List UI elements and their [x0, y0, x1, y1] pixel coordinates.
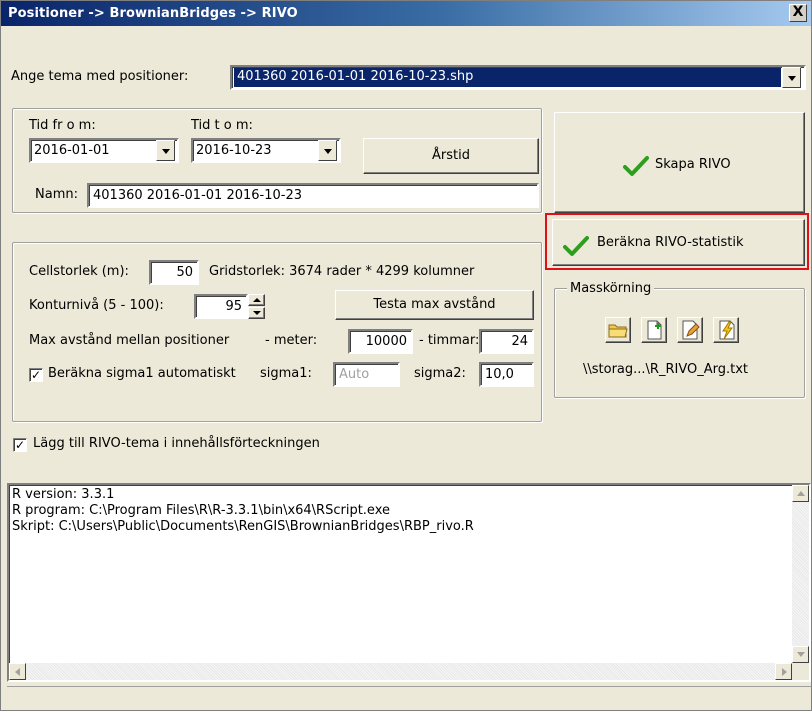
hours-input[interactable]: 24: [479, 329, 534, 354]
scroll-left-button[interactable]: [9, 663, 26, 680]
new-file-glyph: [647, 320, 662, 340]
batch-title: Masskörning: [567, 281, 655, 296]
from-date-value: 2016-01-01: [34, 143, 110, 158]
batch-file-path: \\storag...\R_RIVO_Arg.txt: [583, 362, 749, 377]
name-input[interactable]: 401360 2016-01-01 2016-10-23: [87, 183, 539, 208]
to-label: Tid t o m:: [191, 118, 253, 133]
auto-sigma-label: Beräkna sigma1 automatiskt: [48, 366, 236, 381]
checkmark-icon: [563, 236, 589, 256]
contour-input[interactable]: 95: [194, 294, 248, 319]
open-folder-icon[interactable]: [605, 317, 631, 343]
edit-file-glyph: [682, 320, 700, 340]
scroll-down-button[interactable]: [792, 646, 809, 663]
create-rivo-label: Skapa RIVO: [655, 157, 731, 172]
to-date-dropdown[interactable]: 2016-10-23: [191, 138, 341, 163]
status-bar: [7, 686, 811, 710]
close-icon: X: [792, 4, 804, 20]
add-to-toc-checkbox[interactable]: ✓: [13, 438, 27, 452]
chevron-down-icon[interactable]: [782, 67, 801, 88]
from-date-dropdown[interactable]: 2016-01-01: [29, 138, 179, 163]
vertical-scrollbar[interactable]: [792, 485, 809, 663]
sigma1-input[interactable]: Auto: [333, 362, 400, 387]
season-button[interactable]: Årstid: [363, 138, 539, 174]
log-line: R program: C:\Program Files\R\R-3.3.1\bi…: [12, 503, 390, 518]
chevron-down-icon: [253, 311, 261, 315]
sigma1-label: sigma1:: [260, 366, 312, 381]
theme-label: Ange tema med positioner:: [11, 69, 189, 84]
log-content: R version: 3.3.1 R program: C:\Program F…: [12, 487, 474, 535]
chevron-down-icon: [797, 652, 805, 657]
folder-glyph: [608, 324, 628, 338]
hours-label: - timmar:: [419, 333, 480, 348]
add-to-toc-label: Lägg till RIVO-tema i innehållsförteckni…: [33, 436, 320, 451]
contour-label: Konturnivå (5 - 100):: [29, 298, 164, 313]
scroll-right-button[interactable]: [775, 663, 792, 680]
name-label: Namn:: [35, 187, 78, 202]
theme-dropdown[interactable]: 401360 2016-01-01 2016-10-23.shp: [230, 65, 806, 90]
dialog-window: Positioner -> BrownianBridges -> RIVO X …: [0, 0, 812, 711]
scroll-up-button[interactable]: [792, 485, 809, 502]
chevron-left-icon: [15, 668, 20, 676]
checkmark-icon: [623, 156, 649, 176]
title-bar[interactable]: Positioner -> BrownianBridges -> RIVO X: [1, 1, 811, 26]
compute-stats-label: Beräkna RIVO-statistik: [597, 235, 744, 250]
gridsize-text: Gridstorlek: 3674 rader * 4299 kolumner: [209, 264, 475, 279]
log-textarea[interactable]: R version: 3.3.1 R program: C:\Program F…: [7, 483, 811, 682]
lightning-glyph: [719, 320, 735, 340]
spin-down-button[interactable]: [248, 307, 265, 319]
window-title: Positioner -> BrownianBridges -> RIVO: [8, 6, 298, 21]
scroll-corner: [792, 663, 809, 680]
cellsize-input[interactable]: 50: [149, 260, 199, 285]
chevron-down-icon[interactable]: [156, 140, 175, 161]
close-button[interactable]: X: [789, 4, 807, 22]
edit-file-icon[interactable]: [677, 317, 703, 343]
theme-selected-value: 401360 2016-01-01 2016-10-23.shp: [234, 68, 781, 87]
chevron-up-icon: [797, 491, 805, 496]
auto-sigma-checkbox[interactable]: ✓: [29, 368, 43, 382]
create-rivo-button[interactable]: Skapa RIVO: [554, 112, 805, 213]
contour-spinner[interactable]: [248, 294, 265, 319]
new-file-icon[interactable]: [641, 317, 667, 343]
sigma2-input[interactable]: 10,0: [479, 362, 534, 387]
chevron-right-icon: [782, 668, 787, 676]
from-label: Tid fr o m:: [29, 118, 96, 133]
log-line: Skript: C:\Users\Public\Documents\RenGIS…: [12, 519, 474, 534]
sigma2-label: sigma2:: [414, 366, 466, 381]
meter-label: - meter:: [265, 333, 318, 348]
chevron-up-icon: [253, 298, 261, 302]
test-max-distance-button[interactable]: Testa max avstånd: [335, 290, 534, 320]
to-date-value: 2016-10-23: [196, 143, 272, 158]
log-line: R version: 3.3.1: [12, 487, 115, 502]
maxdist-label: Max avstånd mellan positioner: [29, 333, 230, 348]
spin-up-button[interactable]: [248, 294, 265, 306]
meter-input[interactable]: 10000: [348, 329, 413, 354]
compute-stats-button[interactable]: Beräkna RIVO-statistik: [552, 219, 805, 266]
horizontal-scrollbar[interactable]: [9, 663, 792, 680]
chevron-down-icon[interactable]: [318, 140, 337, 161]
run-lightning-icon[interactable]: [713, 317, 739, 343]
cellsize-label: Cellstorlek (m):: [29, 264, 129, 279]
